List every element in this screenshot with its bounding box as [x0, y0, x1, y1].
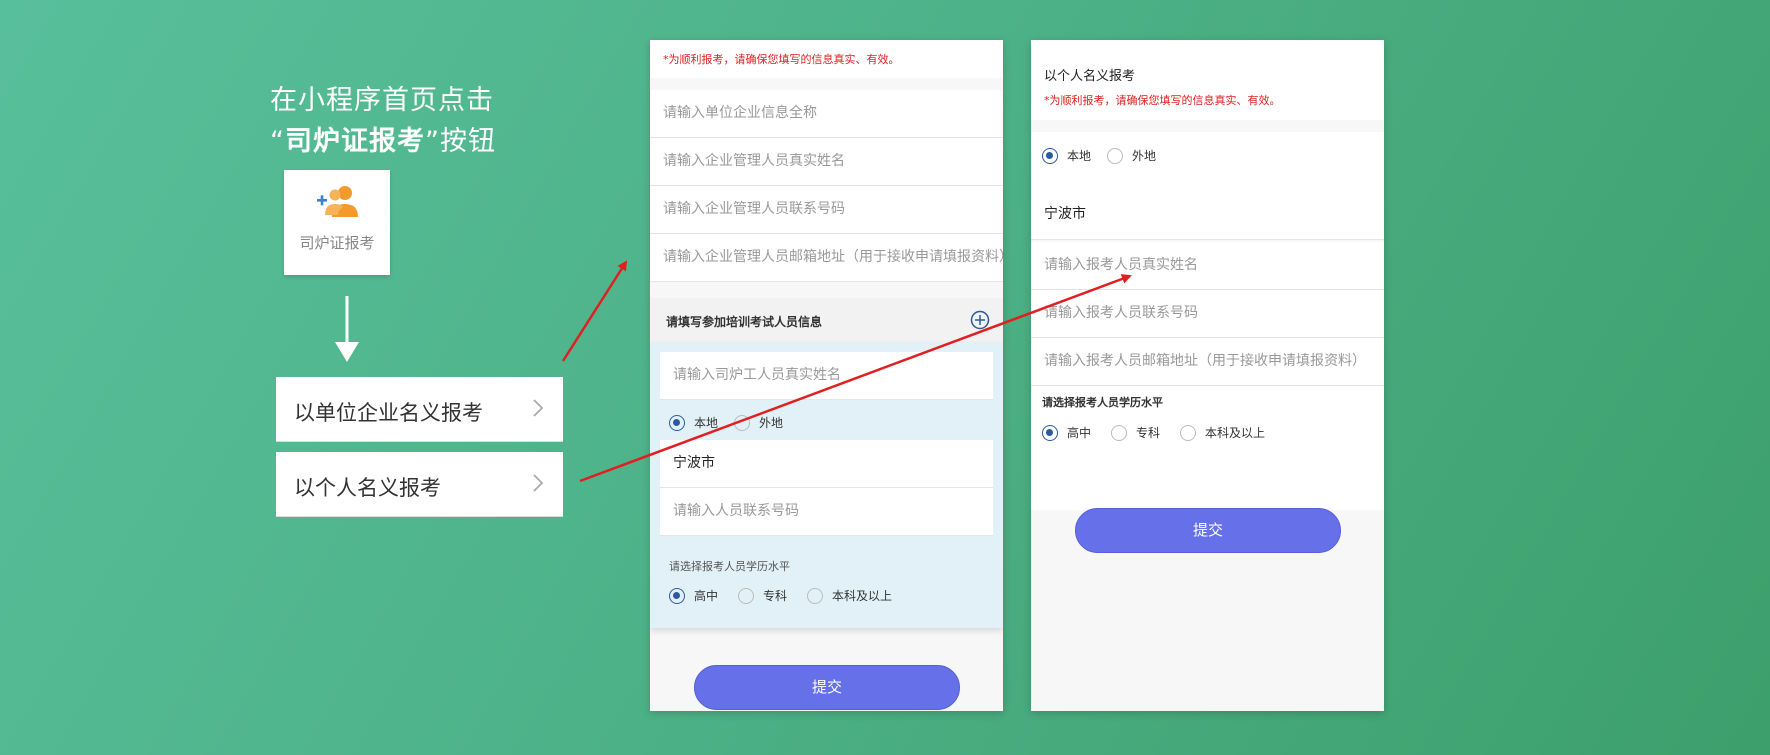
- radio-empty-icon: [1107, 147, 1124, 164]
- personal-form-screen: 以个人名义报考 *为顺利报考，请确保您填写的信息真实、有效。 本地 外地 宁波市…: [1031, 40, 1384, 711]
- option-company-register[interactable]: 以单位企业名义报考: [276, 377, 563, 442]
- company-name-input[interactable]: 请输入单位企业信息全称: [650, 90, 1003, 138]
- education-radio-group: 高中 专科 本科及以上: [669, 587, 908, 604]
- company-form-screen: *为顺利报考，请确保您填写的信息真实、有效。 请输入单位企业信息全称 请输入企业…: [650, 40, 1003, 711]
- notice-text: *为顺利报考，请确保您填写的信息真实、有效。: [663, 53, 900, 66]
- radio-highschool[interactable]: 高中: [1042, 424, 1091, 441]
- arrow-to-company-form: [561, 260, 628, 362]
- radio-selected-icon: [669, 414, 685, 431]
- radio-empty-icon: [738, 587, 755, 604]
- entry-label: 司炉证报考: [299, 234, 375, 252]
- radio-selected-icon: [669, 587, 685, 604]
- radio-empty-icon: [807, 587, 824, 604]
- location-radio-group: 本地 外地: [1042, 147, 1172, 164]
- manager-phone-input[interactable]: 请输入企业管理人员联系号码: [650, 186, 1003, 234]
- radio-local[interactable]: 本地: [669, 414, 718, 431]
- instruction-text: 在小程序首页点击 “司炉证报考”按钮: [270, 80, 496, 162]
- applicant-name-input[interactable]: 请输入报考人员真实姓名: [1031, 242, 1384, 290]
- submit-button[interactable]: 提交: [1075, 508, 1341, 553]
- radio-selected-icon: [1042, 424, 1058, 441]
- applicant-phone-input[interactable]: 请输入报考人员联系号码: [1031, 290, 1384, 338]
- radio-nonlocal[interactable]: 外地: [1107, 147, 1156, 164]
- education-label: 请选择报考人员学历水平: [669, 560, 790, 573]
- instruction-line-1: 在小程序首页点击: [270, 85, 494, 116]
- manager-email-input[interactable]: 请输入企业管理人员邮箱地址（用于接收申请填报资料）: [650, 234, 1003, 282]
- radio-selected-icon: [1042, 147, 1058, 164]
- manager-name-input[interactable]: 请输入企业管理人员真实姓名: [650, 138, 1003, 186]
- city-value[interactable]: 宁波市: [660, 440, 993, 488]
- radio-empty-icon: [1180, 424, 1197, 441]
- radio-empty-icon: [1111, 424, 1128, 441]
- radio-junior-college[interactable]: 专科: [738, 587, 787, 604]
- add-users-icon: [317, 186, 358, 217]
- option-label: 以单位企业名义报考: [294, 401, 483, 425]
- option-label: 以个人名义报考: [294, 476, 441, 500]
- education-label: 请选择报考人员学历水平: [1042, 396, 1163, 409]
- location-radio-group: 本地 外地: [669, 414, 799, 431]
- form-title: 以个人名义报考: [1044, 69, 1136, 84]
- radio-local[interactable]: 本地: [1042, 147, 1091, 164]
- submit-button[interactable]: 提交: [694, 665, 960, 710]
- radio-bachelor[interactable]: 本科及以上: [807, 587, 892, 604]
- education-radio-group: 高中 专科 本科及以上: [1042, 424, 1281, 441]
- down-arrow-icon: [335, 296, 359, 362]
- section-title: 请填写参加培训考试人员信息: [666, 315, 823, 329]
- instruction-line-2: “司炉证报考”按钮: [270, 126, 496, 157]
- worker-name-input[interactable]: 请输入司炉工人员真实姓名: [660, 352, 993, 400]
- chevron-right-icon: [533, 474, 543, 492]
- radio-empty-icon: [734, 414, 751, 431]
- notice-text: *为顺利报考，请确保您填写的信息真实、有效。: [1044, 94, 1281, 107]
- add-person-icon[interactable]: [970, 310, 990, 330]
- radio-nonlocal[interactable]: 外地: [734, 414, 783, 431]
- radio-highschool[interactable]: 高中: [669, 587, 718, 604]
- phone-input[interactable]: 请输入人员联系号码: [660, 488, 993, 536]
- applicant-email-input[interactable]: 请输入报考人员邮箱地址（用于接收申请填报资料）: [1031, 338, 1384, 386]
- city-value[interactable]: 宁波市: [1031, 194, 1384, 240]
- chevron-right-icon: [533, 399, 543, 417]
- boiler-cert-entry-button[interactable]: 司炉证报考: [284, 170, 390, 275]
- option-personal-register[interactable]: 以个人名义报考: [276, 452, 563, 517]
- radio-bachelor[interactable]: 本科及以上: [1180, 424, 1265, 441]
- radio-junior-college[interactable]: 专科: [1111, 424, 1160, 441]
